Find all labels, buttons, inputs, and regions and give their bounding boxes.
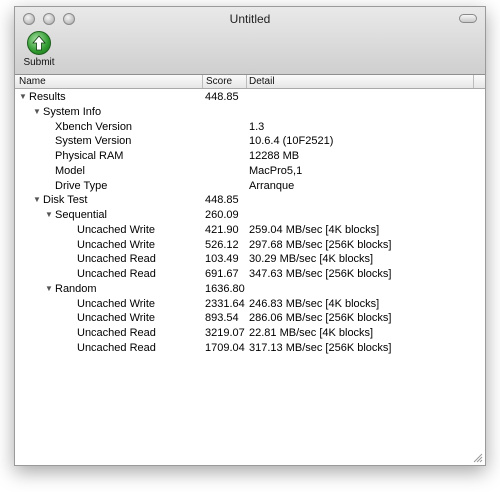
toolbar-toggle-button[interactable]	[459, 14, 477, 23]
row-name: Uncached Read	[77, 268, 156, 280]
row-name: Xbench Version	[55, 120, 133, 133]
disclosure-triangle-icon[interactable]: ▼	[19, 90, 27, 105]
row-name: System Info	[43, 105, 102, 118]
row-detail: MacPro5,1	[249, 164, 303, 177]
outline-row[interactable]: Model MacPro5,1	[15, 164, 485, 179]
row-name: Uncached Read	[77, 341, 156, 354]
row-score: 448.85	[205, 91, 239, 103]
row-name: Results	[29, 91, 66, 103]
window-title: Untitled	[229, 12, 271, 26]
row-score: 526.12	[205, 238, 239, 251]
row-name: Drive Type	[55, 179, 108, 192]
row-name: Physical RAM	[55, 150, 124, 162]
outline-row[interactable]: ▼ Sequential 260.09	[15, 208, 485, 223]
disclosure-triangle-icon[interactable]: ▼	[45, 208, 53, 223]
column-header: Name Score Detail	[15, 75, 485, 89]
outline-row[interactable]: Uncached Write 526.12 297.68 MB/sec [256K …	[15, 238, 485, 253]
row-name: System Version	[55, 135, 132, 148]
row-name: Uncached Read	[77, 327, 156, 339]
row-name: Uncached Read	[77, 253, 156, 266]
outline-row[interactable]: Uncached Read 103.49 30.29 MB/sec [4K bloc…	[15, 252, 485, 267]
row-detail: Arranque	[249, 179, 295, 192]
outline-row[interactable]: Uncached Write 893.54 286.06 MB/sec [256K …	[15, 311, 485, 326]
row-score: 2331.64	[205, 297, 245, 310]
name-column-header[interactable]: Name	[19, 76, 46, 88]
disclosure-triangle-icon[interactable]: ▼	[33, 193, 41, 208]
row-name: Uncached Write	[77, 238, 156, 251]
row-score: 691.67	[205, 268, 239, 280]
row-detail: 246.83 MB/sec [4K blocks]	[249, 297, 380, 310]
row-score: 1709.04	[205, 341, 245, 354]
app-window: Untitled Submit Name Score Detail ▼ Resul…	[14, 6, 486, 466]
row-detail: 347.63 MB/sec [256K blocks]	[249, 268, 392, 280]
outline-row[interactable]: Xbench Version 1.3	[15, 120, 485, 135]
row-detail: 297.68 MB/sec [256K blocks]	[249, 238, 392, 251]
row-detail: 259.04 MB/sec [4K blocks]	[249, 223, 380, 236]
title-bar: Untitled Submit	[15, 7, 485, 75]
row-score: 893.54	[205, 312, 239, 325]
row-name: Uncached Write	[77, 223, 156, 236]
submit-arrow-icon	[27, 31, 51, 55]
outline-row[interactable]: ▼ Results 448.85	[15, 90, 485, 105]
row-score: 103.49	[205, 253, 239, 266]
disclosure-triangle-icon[interactable]: ▼	[45, 282, 53, 297]
outline-row[interactable]: Uncached Read 3219.07 22.81 MB/sec [4K blo…	[15, 326, 485, 341]
submit-label: Submit	[23, 57, 55, 68]
detail-column-header[interactable]: Detail	[249, 76, 275, 88]
column-divider[interactable]	[202, 75, 203, 88]
submit-button[interactable]: Submit	[19, 31, 59, 68]
outline-row[interactable]: ▼ System Info	[15, 105, 485, 120]
outline-row[interactable]: System Version 10.6.4 (10F2521)	[15, 134, 485, 149]
row-detail: 10.6.4 (10F2521)	[249, 135, 334, 148]
disclosure-triangle-icon[interactable]: ▼	[33, 105, 41, 120]
column-divider[interactable]	[246, 75, 247, 88]
row-name: Uncached Write	[77, 312, 156, 325]
outline-row[interactable]: Uncached Read 691.67 347.63 MB/sec [256K b…	[15, 267, 485, 282]
row-detail: 22.81 MB/sec [4K blocks]	[249, 327, 374, 339]
row-score: 260.09	[205, 209, 239, 221]
row-name: Disk Test	[43, 194, 88, 207]
row-score: 448.85	[205, 194, 239, 207]
column-divider[interactable]	[473, 75, 474, 88]
results-outline: ▼ Results 448.85 ▼ System Info Xbench Version…	[15, 90, 485, 356]
outline-row[interactable]: Drive Type Arranque	[15, 179, 485, 194]
row-detail: 286.06 MB/sec [256K blocks]	[249, 312, 392, 325]
outline-row[interactable]: Uncached Write 2331.64 246.83 MB/sec [4K b…	[15, 297, 485, 312]
outline-row[interactable]: ▼ Random 1636.80	[15, 282, 485, 297]
row-score: 421.90	[205, 223, 239, 236]
resize-grip-icon[interactable]	[471, 451, 483, 463]
row-name: Model	[55, 164, 85, 177]
row-score: 1636.80	[205, 282, 245, 295]
outline-row[interactable]: ▼ Disk Test 448.85	[15, 193, 485, 208]
outline-row[interactable]: Uncached Read 1709.04 317.13 MB/sec [256K …	[15, 341, 485, 356]
row-name: Random	[55, 282, 97, 295]
row-name: Sequential	[55, 209, 107, 221]
score-column-header[interactable]: Score	[206, 76, 232, 88]
row-detail: 12288 MB	[249, 150, 300, 162]
row-score: 3219.07	[205, 327, 245, 339]
row-detail: 1.3	[249, 120, 265, 133]
row-detail: 317.13 MB/sec [256K blocks]	[249, 341, 392, 354]
outline-row[interactable]: Physical RAM 12288 MB	[15, 149, 485, 164]
row-name: Uncached Write	[77, 297, 156, 310]
outline-row[interactable]: Uncached Write 421.90 259.04 MB/sec [4K bl…	[15, 223, 485, 238]
row-detail: 30.29 MB/sec [4K blocks]	[249, 253, 374, 266]
